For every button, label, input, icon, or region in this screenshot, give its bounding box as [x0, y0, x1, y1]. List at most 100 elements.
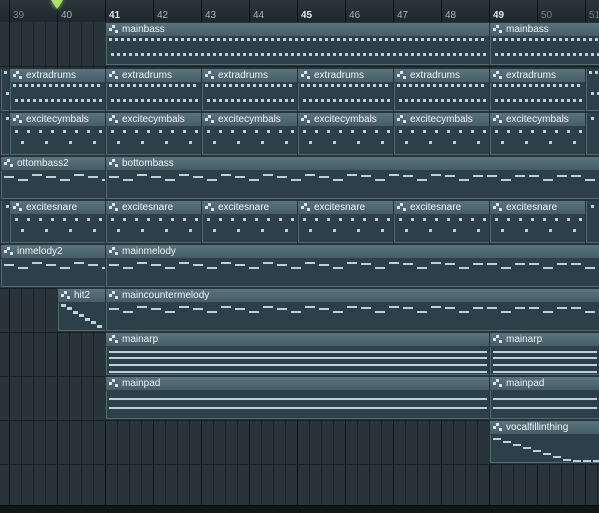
clip-header[interactable]: mainpad — [106, 377, 490, 391]
playlist-track[interactable]: mainarpmainarp — [0, 332, 599, 377]
pattern-clip[interactable] — [585, 200, 599, 244]
playlist-track[interactable]: inmelody2mainmelody — [0, 244, 599, 289]
note — [421, 38, 424, 41]
pattern-icon — [205, 71, 215, 80]
clip-header[interactable]: mainbass — [106, 23, 490, 37]
pattern-clip[interactable]: mainbass — [489, 22, 599, 66]
pattern-clip[interactable]: extradrums — [9, 68, 107, 112]
clip-header[interactable]: vocalfillinthing — [490, 421, 599, 435]
pattern-clip[interactable]: excitecymbals — [489, 112, 587, 156]
playlist-track[interactable]: vocalfillinthing — [0, 420, 599, 465]
clip-header[interactable]: excitecymbals — [106, 113, 202, 127]
pattern-clip[interactable]: mainarp — [489, 332, 599, 376]
playlist-track[interactable]: mainpadmainpad — [0, 376, 599, 421]
clip-header[interactable]: inmelody2 — [1, 245, 106, 259]
clip-header[interactable]: mainbass — [490, 23, 599, 37]
clip-header[interactable]: hit2 — [58, 289, 106, 303]
clip-header[interactable]: ottombass2 — [1, 157, 106, 171]
pattern-clip[interactable]: extradrums — [297, 68, 395, 112]
pattern-clip[interactable]: excitesnare — [105, 200, 203, 244]
note — [109, 357, 487, 359]
pattern-clip[interactable]: hit2 — [57, 288, 107, 332]
pattern-clip[interactable]: extradrums — [393, 68, 491, 112]
playlist-grid[interactable]: mainbassmainbassextradrumsextradrumsextr… — [0, 22, 599, 513]
note — [147, 218, 150, 221]
pattern-clip[interactable]: excitesnare — [9, 200, 107, 244]
pattern-clip[interactable]: vocalfillinthing — [489, 420, 599, 464]
pattern-clip[interactable]: ottombass2 — [0, 156, 107, 200]
note — [459, 218, 462, 221]
note — [87, 99, 90, 102]
clip-header[interactable]: excitesnare — [10, 201, 106, 215]
pattern-clip[interactable]: extradrums — [201, 68, 299, 112]
clip-header[interactable]: extradrums — [490, 69, 586, 83]
pattern-clip[interactable]: extradrums — [489, 68, 587, 112]
clip-header[interactable]: excitecymbals — [10, 113, 106, 127]
note — [431, 174, 441, 176]
clip-header[interactable]: excitesnare — [202, 201, 298, 215]
clip-body — [587, 113, 599, 154]
clip-header[interactable]: extradrums — [394, 69, 490, 83]
pattern-clip[interactable] — [585, 68, 599, 112]
playlist-track[interactable] — [0, 464, 599, 507]
playlist-track[interactable]: excitesnareexcitesnareexcitesnareexcites… — [0, 200, 599, 245]
playlist-track[interactable]: excitecymbalsexcitecymbalsexcitecymbalse… — [0, 112, 599, 157]
timeline-ruler[interactable]: 39404142434445464748495051 — [0, 0, 599, 23]
clip-header[interactable]: extradrums — [202, 69, 298, 83]
playlist-track[interactable]: mainbassmainbass — [0, 22, 599, 67]
pattern-clip[interactable]: excitesnare — [297, 200, 395, 244]
pattern-clip[interactable]: extradrums — [105, 68, 203, 112]
note — [345, 53, 348, 56]
note — [85, 84, 88, 87]
pattern-clip[interactable]: maincountermelody — [105, 288, 599, 332]
clip-header[interactable]: mainarp — [490, 333, 599, 347]
pattern-clip[interactable]: excitesnare — [393, 200, 491, 244]
clip-header[interactable]: mainarp — [106, 333, 490, 347]
clip-header[interactable]: maincountermelody — [106, 289, 599, 303]
pattern-clip[interactable]: mainbass — [105, 22, 491, 66]
pattern-clip[interactable]: mainmelody — [105, 244, 599, 288]
note — [207, 311, 217, 313]
note — [141, 53, 144, 56]
clip-header[interactable]: extradrums — [106, 69, 202, 83]
clip-header[interactable]: extradrums — [298, 69, 394, 83]
note — [367, 84, 370, 87]
pattern-clip[interactable]: mainpad — [105, 376, 491, 420]
note — [165, 53, 168, 56]
pattern-clip[interactable]: excitecymbals — [297, 112, 395, 156]
clip-header[interactable]: extradrums — [10, 69, 106, 83]
pattern-clip[interactable]: excitecymbals — [201, 112, 299, 156]
note — [109, 308, 119, 310]
playlist-track[interactable]: extradrumsextradrumsextradrumsextradrums… — [0, 68, 599, 113]
pattern-clip[interactable]: excitecymbals — [9, 112, 107, 156]
clip-header[interactable]: excitecymbals — [202, 113, 298, 127]
clip-header[interactable]: bottombass — [106, 157, 599, 171]
clip-body — [2, 258, 105, 286]
playlist-track[interactable]: ottombass2bottombass — [0, 156, 599, 201]
note — [315, 130, 318, 133]
pattern-clip[interactable]: excitecymbals — [105, 112, 203, 156]
pattern-clip[interactable]: excitesnare — [201, 200, 299, 244]
playhead-marker[interactable] — [51, 0, 63, 9]
clip-header[interactable]: excitecymbals — [394, 113, 490, 127]
pattern-clip[interactable]: mainarp — [105, 332, 491, 376]
clip-header[interactable]: excitecymbals — [490, 113, 586, 127]
clip-label: extradrums — [410, 70, 460, 81]
clip-header[interactable]: excitesnare — [298, 201, 394, 215]
clip-header[interactable]: mainmelody — [106, 245, 599, 259]
pattern-clip[interactable]: excitesnare — [489, 200, 587, 244]
pattern-clip[interactable]: excitecymbals — [393, 112, 491, 156]
clip-header[interactable]: excitesnare — [106, 201, 202, 215]
pattern-clip[interactable] — [585, 112, 599, 156]
note — [151, 84, 154, 87]
playlist-track[interactable]: hit2maincountermelody — [0, 288, 599, 333]
clip-label: excitesnare — [218, 202, 269, 213]
clip-header[interactable]: excitesnare — [394, 201, 490, 215]
clip-header[interactable]: excitesnare — [490, 201, 586, 215]
pattern-clip[interactable]: mainpad — [489, 376, 599, 420]
note — [88, 176, 98, 178]
clip-header[interactable]: excitecymbals — [298, 113, 394, 127]
pattern-clip[interactable]: inmelody2 — [0, 244, 107, 288]
pattern-clip[interactable]: bottombass — [105, 156, 599, 200]
clip-header[interactable]: mainpad — [490, 377, 599, 391]
